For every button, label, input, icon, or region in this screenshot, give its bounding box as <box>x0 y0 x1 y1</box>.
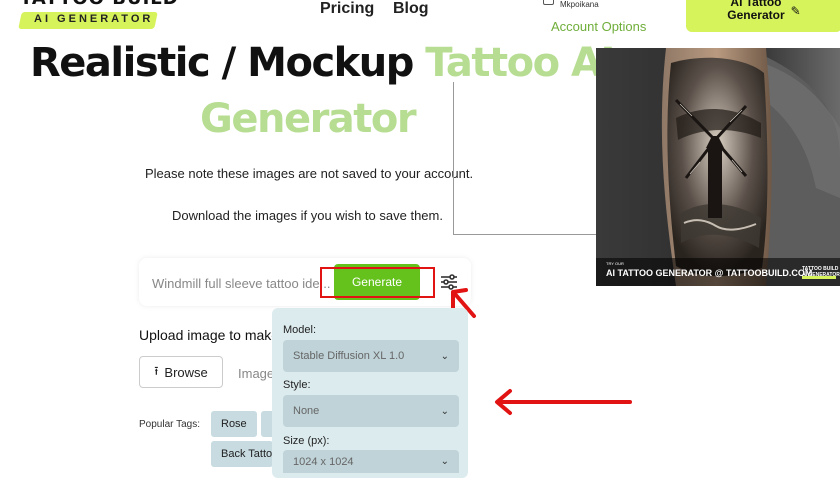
logo-title[interactable]: TATTOO BUILD <box>20 0 179 9</box>
logo-subtitle: AI GENERATOR <box>34 13 154 25</box>
user-name: Mkpoikana <box>560 0 599 9</box>
browse-button[interactable]: ⭱ Browse <box>139 356 223 388</box>
user-checkbox[interactable] <box>543 0 554 5</box>
nav-blog[interactable]: Blog <box>393 0 429 18</box>
model-label: Model: <box>283 324 317 336</box>
chevron-down-icon: ⌄ <box>440 456 449 467</box>
preview-logo-bar <box>802 276 836 279</box>
account-options-link[interactable]: Account Options <box>551 19 646 34</box>
title-black-part: Realistic / Mockup <box>30 40 426 86</box>
chevron-down-icon: ⌄ <box>440 405 449 417</box>
chevron-down-icon: ⌄ <box>440 350 449 362</box>
preview-caption: AI TATTOO GENERATOR @ TATTOOBUILD.COM <box>606 268 813 278</box>
upload-label: Upload image to make <box>139 327 275 343</box>
model-value: Stable Diffusion XL 1.0 <box>293 350 405 362</box>
title-green-part: Tattoo AI <box>425 40 615 86</box>
tag-rose[interactable]: Rose <box>211 411 257 437</box>
divider-horizontal <box>453 234 598 235</box>
image-label: Image <box>238 366 275 381</box>
upload-icon: ⭱ <box>154 363 159 378</box>
browse-label: Browse <box>164 364 208 380</box>
divider-vertical <box>453 82 454 235</box>
annotation-arrow-large <box>490 386 635 416</box>
size-select[interactable]: 1024 x 1024 ⌄ <box>283 450 459 473</box>
size-label: Size (px): <box>283 435 330 447</box>
page-title: Realistic / Mockup Tattoo AI <box>30 40 615 86</box>
note-not-saved: Please note these images are not saved t… <box>145 166 474 181</box>
preview-caption-small: TRY OUR <box>606 261 624 266</box>
note-download: Download the images if you wish to save … <box>172 208 443 223</box>
style-select[interactable]: None ⌄ <box>283 395 459 427</box>
cta-label: AI Tattoo Generator <box>727 0 785 22</box>
prompt-input[interactable] <box>152 275 332 291</box>
ai-tattoo-generator-button[interactable]: AI Tattoo Generator ✎ <box>686 0 840 32</box>
style-label: Style: <box>283 379 311 391</box>
title-second-line: Generator <box>200 96 417 142</box>
nav-pricing[interactable]: Pricing <box>320 0 374 18</box>
tattoo-preview-image <box>596 48 840 286</box>
style-value: None <box>293 405 320 417</box>
popular-tags-label: Popular Tags: <box>139 419 200 430</box>
pen-icon: ✎ <box>790 4 801 18</box>
size-value: 1024 x 1024 <box>293 455 354 468</box>
tag-back-tattoo[interactable]: Back Tattoo <box>211 441 273 467</box>
generate-highlight-box <box>320 267 435 298</box>
model-select[interactable]: Stable Diffusion XL 1.0 ⌄ <box>283 340 459 372</box>
tattoo-arm-illustration <box>596 48 840 286</box>
